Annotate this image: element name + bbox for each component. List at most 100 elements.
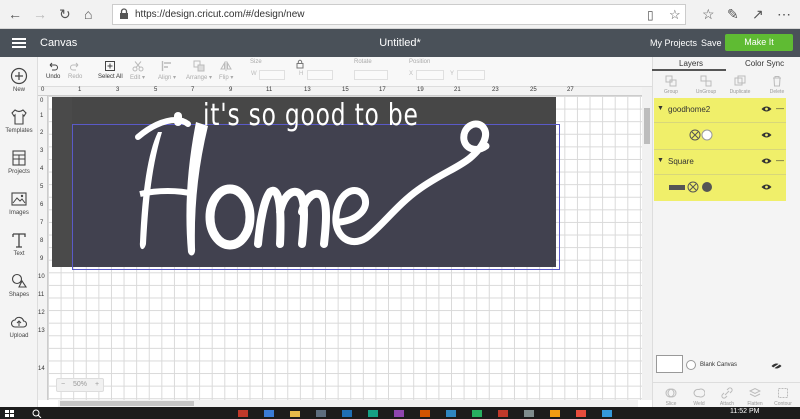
- blank-canvas-radio[interactable]: [686, 360, 696, 370]
- taskbar-app-icon[interactable]: [574, 409, 588, 418]
- more-icon[interactable]: ⋯: [777, 6, 791, 22]
- store-icon[interactable]: [314, 409, 328, 418]
- layer-item-square[interactable]: [654, 177, 786, 199]
- visibility-eye-icon[interactable]: [761, 105, 772, 113]
- nav-new[interactable]: New: [0, 67, 38, 93]
- file-explorer-icon[interactable]: [288, 409, 302, 418]
- visibility-eye-icon[interactable]: [761, 183, 772, 191]
- arrange-button[interactable]: Arrange ▾: [186, 60, 212, 81]
- arrange-icon: [193, 60, 205, 72]
- duplicate-button[interactable]: Duplicate: [725, 75, 755, 95]
- nav-text[interactable]: Text: [0, 231, 38, 257]
- attach-button[interactable]: Attach: [712, 387, 742, 407]
- select-all-button[interactable]: Select All: [98, 60, 123, 80]
- my-projects-link[interactable]: My Projects: [650, 38, 697, 48]
- edit-toolbar: Undo Redo Select All Edit ▾ Align ▾ Arra…: [38, 57, 652, 87]
- group-button[interactable]: Group: [656, 75, 686, 95]
- layer-item-goodhome2[interactable]: [654, 125, 786, 147]
- nav-images[interactable]: Images: [0, 190, 38, 216]
- shapes-icon: [11, 273, 28, 288]
- taskbar-app-icon[interactable]: [600, 409, 614, 418]
- expand-caret-icon[interactable]: ▼: [657, 105, 664, 112]
- lock-icon: [120, 8, 128, 19]
- taskbar-app-icon[interactable]: [548, 409, 562, 418]
- ruler-tick-label: 12: [38, 310, 45, 316]
- taskbar-app-icon[interactable]: [392, 409, 406, 418]
- taskbar-app-icon[interactable]: [522, 409, 536, 418]
- share-icon[interactable]: ↗: [752, 6, 764, 22]
- slice-button[interactable]: Slice: [656, 387, 686, 407]
- reader-icon[interactable]: ▯: [647, 7, 654, 23]
- flatten-button[interactable]: Flatten: [740, 387, 770, 407]
- hidden-eye-icon[interactable]: [771, 362, 782, 370]
- undo-icon: [49, 62, 59, 71]
- layer-group-square[interactable]: ▼ Square —: [654, 154, 786, 172]
- nav-projects[interactable]: Projects: [0, 149, 38, 175]
- taskbar-app-icon[interactable]: [418, 409, 432, 418]
- rotate-field[interactable]: [354, 70, 388, 80]
- pen-icon[interactable]: ✎: [727, 6, 739, 22]
- weld-button[interactable]: Weld: [684, 387, 714, 407]
- projects-icon: [12, 150, 26, 166]
- undo-button[interactable]: Undo: [46, 60, 60, 80]
- expand-caret-icon[interactable]: ▼: [657, 157, 664, 164]
- contour-button[interactable]: Contour: [768, 387, 798, 407]
- nav-shapes[interactable]: Shapes: [0, 272, 38, 298]
- nav-templates[interactable]: Templates: [0, 108, 38, 134]
- document-title: Untitled*: [379, 37, 421, 49]
- slice-icon: [665, 388, 677, 398]
- taskbar-app-icon[interactable]: [496, 409, 510, 418]
- favorite-star-icon[interactable]: ☆: [669, 7, 681, 23]
- width-field[interactable]: [259, 70, 285, 80]
- ruler-tick-label: 27: [567, 87, 574, 93]
- edit-button[interactable]: Edit ▾: [130, 60, 145, 81]
- save-button[interactable]: Save: [701, 38, 722, 48]
- visibility-eye-icon[interactable]: [761, 131, 772, 139]
- hub-icon[interactable]: ☆: [702, 6, 715, 22]
- flip-button[interactable]: Flip ▾: [219, 60, 233, 81]
- position-y-field[interactable]: [457, 70, 485, 80]
- layer-menu-icon[interactable]: —: [776, 156, 784, 165]
- home-script-lettering[interactable]: [118, 112, 498, 262]
- position-x-field[interactable]: [416, 70, 444, 80]
- forward-icon[interactable]: →: [33, 6, 47, 22]
- delete-button[interactable]: Delete: [762, 75, 792, 95]
- layer-group-goodhome2[interactable]: ▼ goodhome2 —: [654, 102, 786, 120]
- home-icon[interactable]: ⌂: [84, 6, 92, 22]
- nav-upload[interactable]: Upload: [0, 313, 38, 339]
- align-button[interactable]: Align ▾: [158, 60, 176, 81]
- height-field[interactable]: [307, 70, 333, 80]
- taskbar-app-icon[interactable]: [366, 409, 380, 418]
- size-h-prefix: H: [299, 71, 304, 77]
- square-left-edge: [52, 97, 72, 267]
- refresh-icon[interactable]: ↻: [59, 6, 71, 22]
- tab-layers[interactable]: Layers: [679, 59, 703, 68]
- ruler-tick-label: 8: [40, 238, 44, 244]
- zoom-out-button[interactable]: −: [61, 381, 65, 388]
- make-it-button[interactable]: Make It: [725, 34, 793, 51]
- taskbar-app-icon[interactable]: [236, 409, 250, 418]
- redo-button[interactable]: Redo: [68, 60, 82, 80]
- lock-ratio-icon[interactable]: [295, 59, 305, 69]
- ruler-tick-label: 5: [154, 87, 158, 93]
- edge-browser-icon[interactable]: [262, 409, 276, 418]
- taskbar-app-icon[interactable]: [470, 409, 484, 418]
- visibility-eye-icon[interactable]: [761, 157, 772, 165]
- canvas-color-swatch[interactable]: [656, 355, 683, 373]
- horizontal-scroll-thumb[interactable]: [60, 401, 194, 406]
- mail-icon[interactable]: [340, 409, 354, 418]
- zoom-in-button[interactable]: +: [95, 381, 99, 388]
- ungroup-button[interactable]: UnGroup: [691, 75, 721, 95]
- back-icon[interactable]: ←: [8, 6, 22, 22]
- tab-color-sync[interactable]: Color Sync: [745, 59, 784, 68]
- address-bar[interactable]: https://design.cricut.com/#/design/new ▯…: [112, 4, 686, 25]
- ruler-tick-label: 9: [229, 87, 233, 93]
- taskbar-app-icon[interactable]: [444, 409, 458, 418]
- windows-start-icon[interactable]: [3, 409, 17, 418]
- layer-menu-icon[interactable]: —: [776, 104, 784, 113]
- ruler-tick-label: 13: [38, 328, 45, 334]
- vertical-scroll-thumb[interactable]: [644, 108, 650, 144]
- search-icon[interactable]: [30, 409, 44, 418]
- ruler-tick-label: 3: [40, 148, 44, 154]
- menu-icon[interactable]: [12, 38, 26, 48]
